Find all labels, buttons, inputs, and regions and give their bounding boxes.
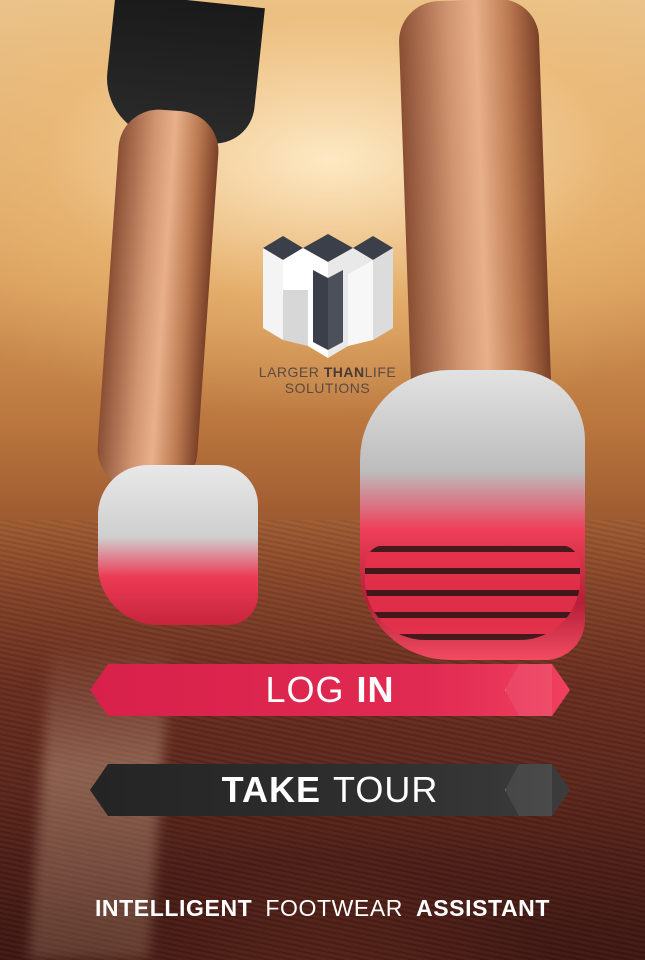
app-tagline: INTELLIGENT FOOTWEAR ASSISTANT bbox=[0, 895, 645, 922]
logo-word-larger: LARGER bbox=[258, 364, 320, 380]
login-button-label-part2: IN bbox=[356, 669, 395, 710]
login-button-label-part1: LOG bbox=[265, 669, 345, 710]
runner-right-leg bbox=[397, 0, 553, 423]
tour-button-label-part1: TAKE bbox=[221, 769, 321, 810]
tagline-word-assistant: ASSISTANT bbox=[416, 895, 551, 921]
take-tour-button[interactable]: TAKE TOUR bbox=[90, 764, 570, 816]
tagline-word-intelligent: INTELLIGENT bbox=[94, 895, 253, 921]
shoe-sole-tread bbox=[365, 545, 580, 640]
tour-button-label-part2: TOUR bbox=[332, 769, 439, 810]
logo-word-than: THAN bbox=[323, 364, 365, 380]
ltl-cube-logo-icon bbox=[263, 234, 393, 358]
runner-left-leg bbox=[94, 106, 222, 494]
logo-caption-line2: SOLUTIONS bbox=[284, 380, 371, 396]
login-button[interactable]: LOG IN bbox=[90, 664, 570, 716]
splash-screen: LARGER THANLIFE SOLUTIONS LOG IN TAKE TO… bbox=[0, 0, 645, 960]
logo-caption-line1: LARGER THANLIFE bbox=[200, 364, 455, 380]
tour-chevron-icon bbox=[505, 764, 552, 816]
logo-caption: LARGER THANLIFE SOLUTIONS bbox=[200, 364, 455, 396]
logo-word-life: LIFE bbox=[364, 364, 397, 380]
tagline-word-footwear: FOOTWEAR bbox=[265, 895, 403, 921]
login-chevron-icon bbox=[505, 664, 552, 716]
left-running-shoe bbox=[98, 465, 258, 625]
